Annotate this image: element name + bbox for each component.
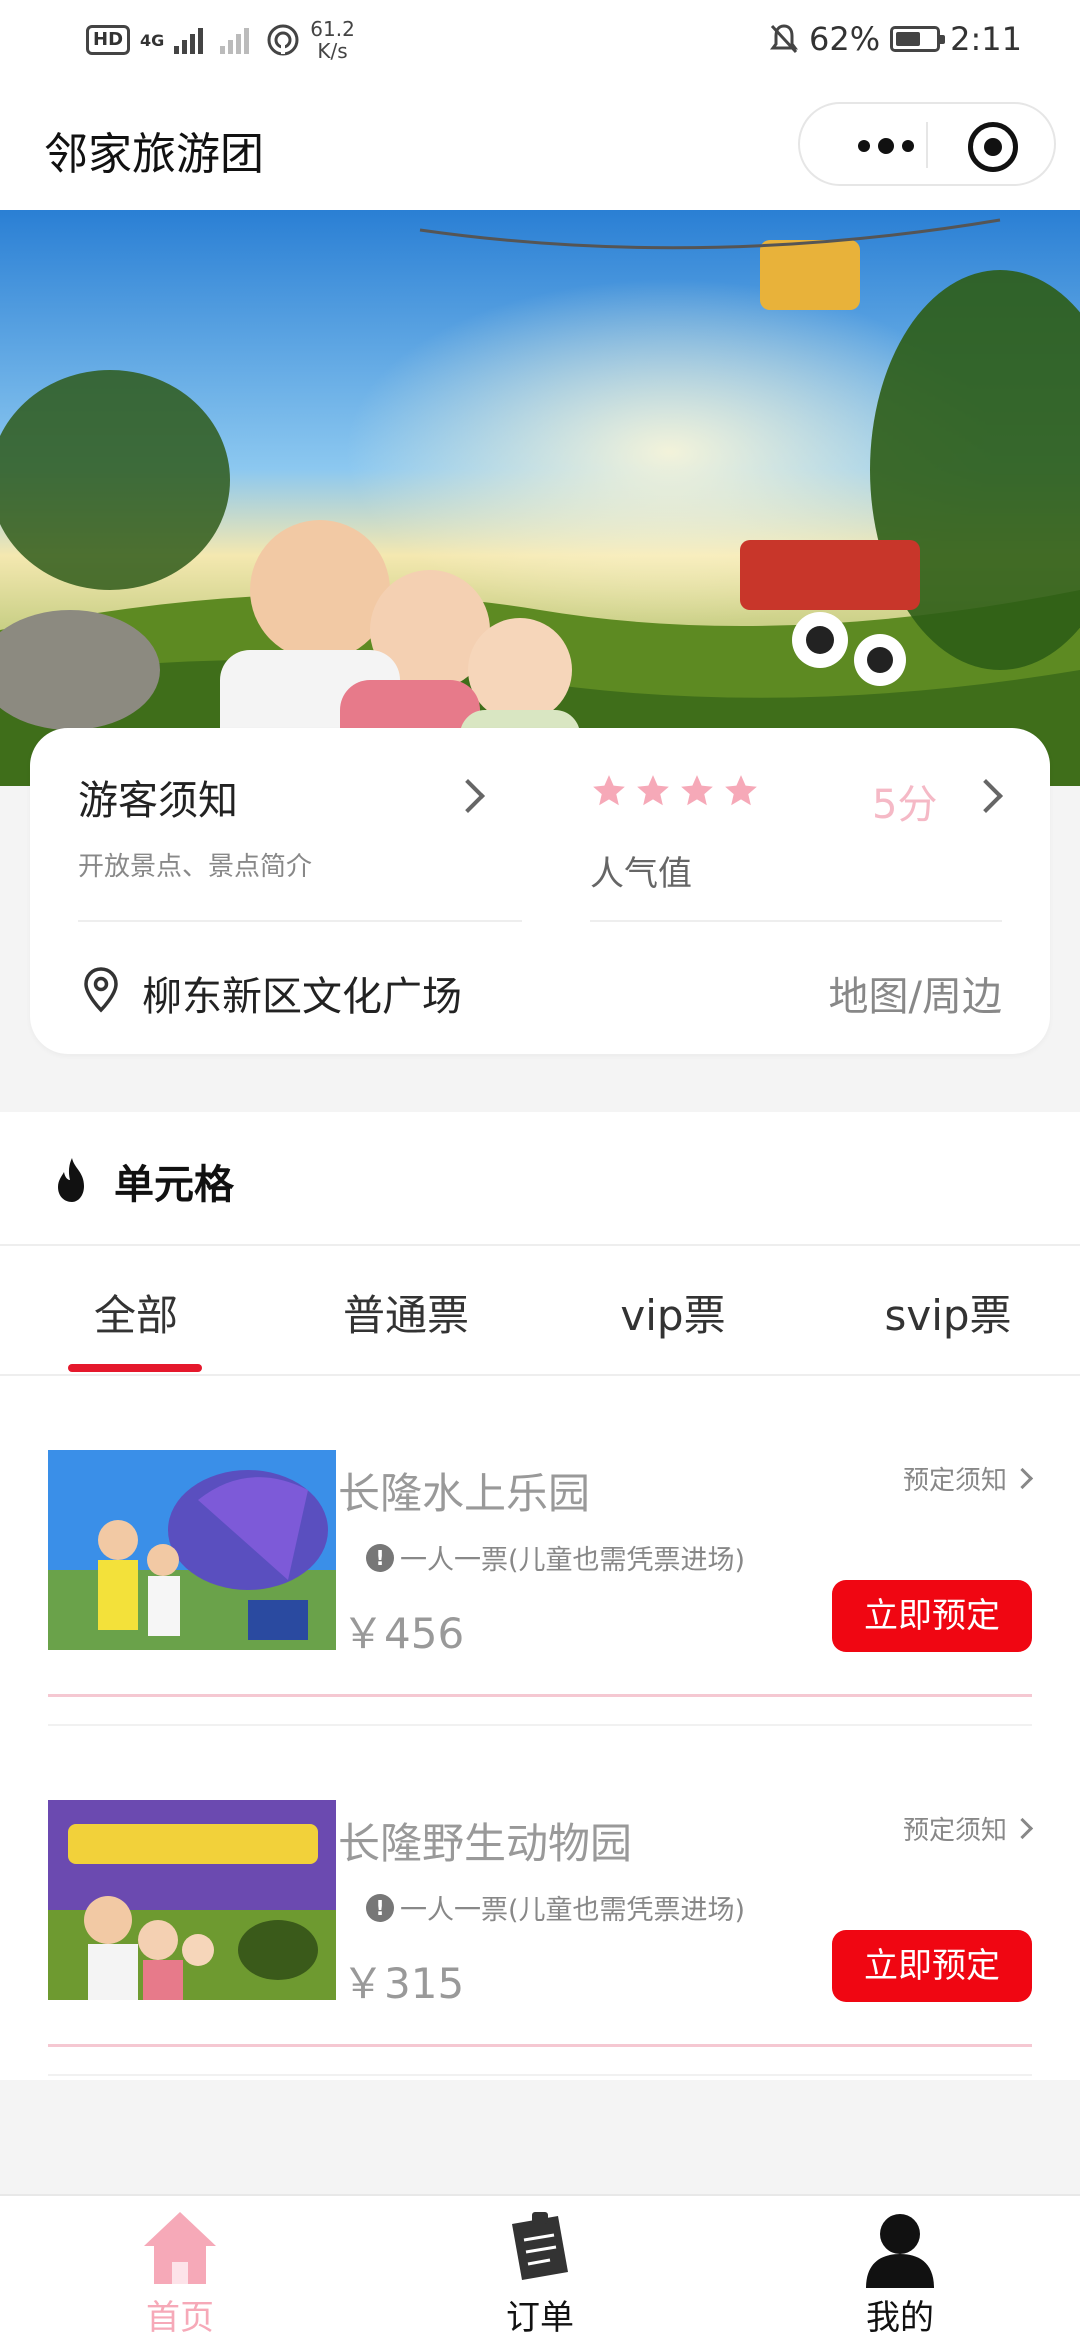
divider (48, 2044, 1032, 2047)
speed-value: 61.2 (310, 17, 355, 41)
target-icon[interactable] (968, 122, 1018, 172)
chevron-right-icon (969, 779, 1003, 813)
notice-label: 预定须知 (902, 1466, 1007, 1496)
info-icon: ! (366, 1543, 394, 1572)
chevron-right-icon (1011, 1817, 1034, 1840)
rating-stars (590, 772, 760, 810)
guide-subtitle: 开放景点、景点简介 (78, 852, 313, 882)
battery-percent: 62% (809, 20, 881, 58)
more-dots-icon[interactable] (836, 124, 926, 164)
mini-program-capsule (798, 102, 1056, 186)
tab-orders[interactable]: 订单 (450, 2206, 630, 2339)
status-bar: HD 4G 61.2 K/s 62% 2:11 (0, 0, 1080, 82)
section-header: 单元格 (0, 1112, 1080, 1246)
battery-icon (890, 26, 946, 52)
tab-all[interactable]: 全部 (66, 1282, 206, 1343)
bottom-tab-bar: 首页 订单 我的 (0, 2194, 1080, 2342)
book-now-button[interactable]: 立即预定 (832, 1580, 1032, 1652)
tab-svip[interactable]: svip票 (868, 1282, 1028, 1343)
active-tab-indicator (68, 1364, 202, 1372)
ticket-rule: ! 一人一票(儿童也需凭票进场) (366, 1888, 745, 1927)
popularity-label: 人气值 (590, 854, 692, 894)
ticket-item[interactable]: 长隆野生动物园 预定须知 ! 一人一票(儿童也需凭票进场) ￥315 立即预定 (0, 1800, 1080, 2100)
ticket-item[interactable]: 长隆水上乐园 预定须知 ! 一人一票(儿童也需凭票进场) ￥456 立即预定 (0, 1450, 1080, 1750)
page-title: 邻家旅游团 (44, 129, 264, 180)
capsule-separator (926, 122, 928, 168)
user-icon (866, 2214, 934, 2288)
chevron-right-icon (1011, 1467, 1034, 1490)
rating-score: 5分 (872, 782, 938, 828)
order-icon (512, 2212, 568, 2280)
chevron-right-icon (451, 779, 485, 813)
hd-badge: HD (86, 25, 131, 55)
banner-illustration (0, 210, 1080, 786)
ticket-price: ￥315 (342, 1959, 465, 2008)
star-icon (681, 775, 713, 806)
hotspot-icon (267, 24, 299, 56)
network-speed: 61.2 K/s (310, 18, 355, 62)
fire-icon (58, 1158, 84, 1202)
ticket-section: 单元格 全部 普通票 vip票 svip票 长隆水上乐园 预定须知 ! 一人一票… (0, 1112, 1080, 2080)
section-title: 单元格 (114, 1162, 234, 1208)
ticket-thumbnail (48, 1800, 336, 2000)
signal-icon (174, 28, 204, 54)
tab-label: 订单 (506, 2298, 574, 2338)
info-icon: ! (366, 1893, 394, 1922)
divider (48, 1694, 1032, 1697)
location-address: 柳东新区文化广场 (142, 974, 462, 1020)
notice-label: 预定须知 (902, 1816, 1007, 1846)
signal-weak-icon (220, 28, 250, 54)
rule-text: 一人一票(儿童也需凭票进场) (400, 1545, 746, 1576)
tab-vip[interactable]: vip票 (598, 1282, 748, 1343)
divider (48, 2074, 1032, 2076)
star-icon (637, 775, 669, 806)
bell-muted-icon (770, 24, 799, 54)
ticket-name: 长隆水上乐园 (338, 1469, 591, 1518)
ticket-price: ￥456 (342, 1609, 465, 1658)
info-card: 游客须知 开放景点、景点简介 5分 人气值 柳东新区文化广场 地图/周边 (30, 728, 1050, 1054)
divider (78, 920, 522, 922)
divider (590, 920, 1002, 922)
tab-home[interactable]: 首页 (90, 2206, 270, 2339)
status-left: HD 4G 61.2 K/s (86, 18, 355, 62)
book-now-button[interactable]: 立即预定 (832, 1930, 1032, 2002)
tab-profile[interactable]: 我的 (810, 2206, 990, 2339)
map-nearby-link[interactable]: 地图/周边 (829, 964, 1002, 1022)
home-icon (144, 2212, 216, 2284)
booking-notice-link[interactable]: 预定须知 (902, 1810, 1034, 1847)
nav-bar: 邻家旅游团 (0, 82, 1080, 210)
status-right: 62% 2:11 (769, 20, 1022, 58)
guide-title: 游客须知 (78, 778, 238, 824)
ticket-rule: ! 一人一票(儿童也需凭票进场) (366, 1538, 745, 1577)
signal-label: 4G (140, 30, 165, 50)
speed-unit: K/s (317, 39, 348, 63)
ticket-tabs: 全部 普通票 vip票 svip票 (0, 1246, 1080, 1376)
star-icon (725, 775, 757, 806)
ticket-thumbnail (48, 1450, 336, 1650)
booking-notice-link[interactable]: 预定须知 (902, 1460, 1034, 1497)
location-pin-icon (84, 967, 118, 1013)
tab-standard[interactable]: 普通票 (326, 1282, 486, 1343)
clock: 2:11 (950, 20, 1022, 58)
divider (48, 1724, 1032, 1726)
hero-banner[interactable] (0, 210, 1080, 786)
ticket-name: 长隆野生动物园 (338, 1819, 633, 1868)
tab-label: 我的 (866, 2298, 934, 2338)
rule-text: 一人一票(儿童也需凭票进场) (400, 1895, 746, 1926)
tab-label: 首页 (146, 2298, 214, 2338)
star-icon (593, 775, 625, 806)
